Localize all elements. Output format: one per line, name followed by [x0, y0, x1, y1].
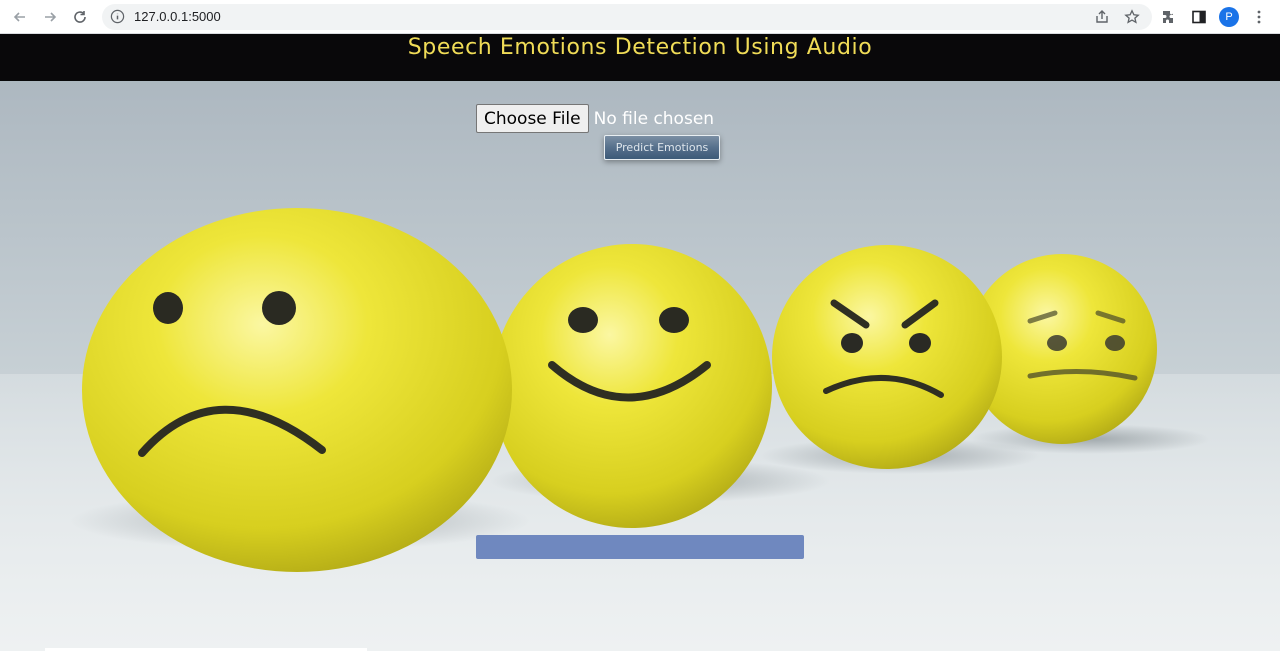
back-arrow-icon[interactable] — [8, 5, 32, 29]
info-icon[interactable] — [110, 9, 125, 28]
page-title: Speech Emotions Detection Using Audio — [407, 35, 873, 60]
page-header: Speech Emotions Detection Using Audio — [0, 34, 1280, 81]
emoji-background-image — [70, 208, 1210, 572]
star-icon[interactable] — [1124, 9, 1140, 29]
predict-emotions-button[interactable]: Predict Emotions — [604, 135, 720, 160]
sad-emoji — [82, 208, 512, 572]
forward-arrow-icon[interactable] — [38, 5, 62, 29]
happy-emoji — [492, 244, 772, 528]
prediction-result-bar — [476, 535, 804, 559]
browser-toolbar: 127.0.0.1:5000 P — [0, 0, 1280, 34]
page-body: Speech Emotions Detection Using Audio Ch… — [0, 34, 1280, 651]
side-panel-icon[interactable] — [1187, 5, 1211, 29]
profile-avatar[interactable]: P — [1219, 7, 1239, 27]
extensions-icon[interactable] — [1157, 5, 1181, 29]
choose-file-button[interactable]: Choose File — [476, 104, 589, 133]
share-icon[interactable] — [1094, 9, 1110, 29]
url-text: 127.0.0.1:5000 — [134, 9, 221, 24]
reload-icon[interactable] — [68, 5, 92, 29]
menu-icon[interactable] — [1247, 5, 1271, 29]
file-status-text: No file chosen — [593, 108, 715, 129]
angry-emoji — [772, 245, 1002, 469]
address-bar[interactable]: 127.0.0.1:5000 — [102, 4, 1152, 30]
file-input[interactable]: Choose File No file chosen — [476, 104, 714, 133]
